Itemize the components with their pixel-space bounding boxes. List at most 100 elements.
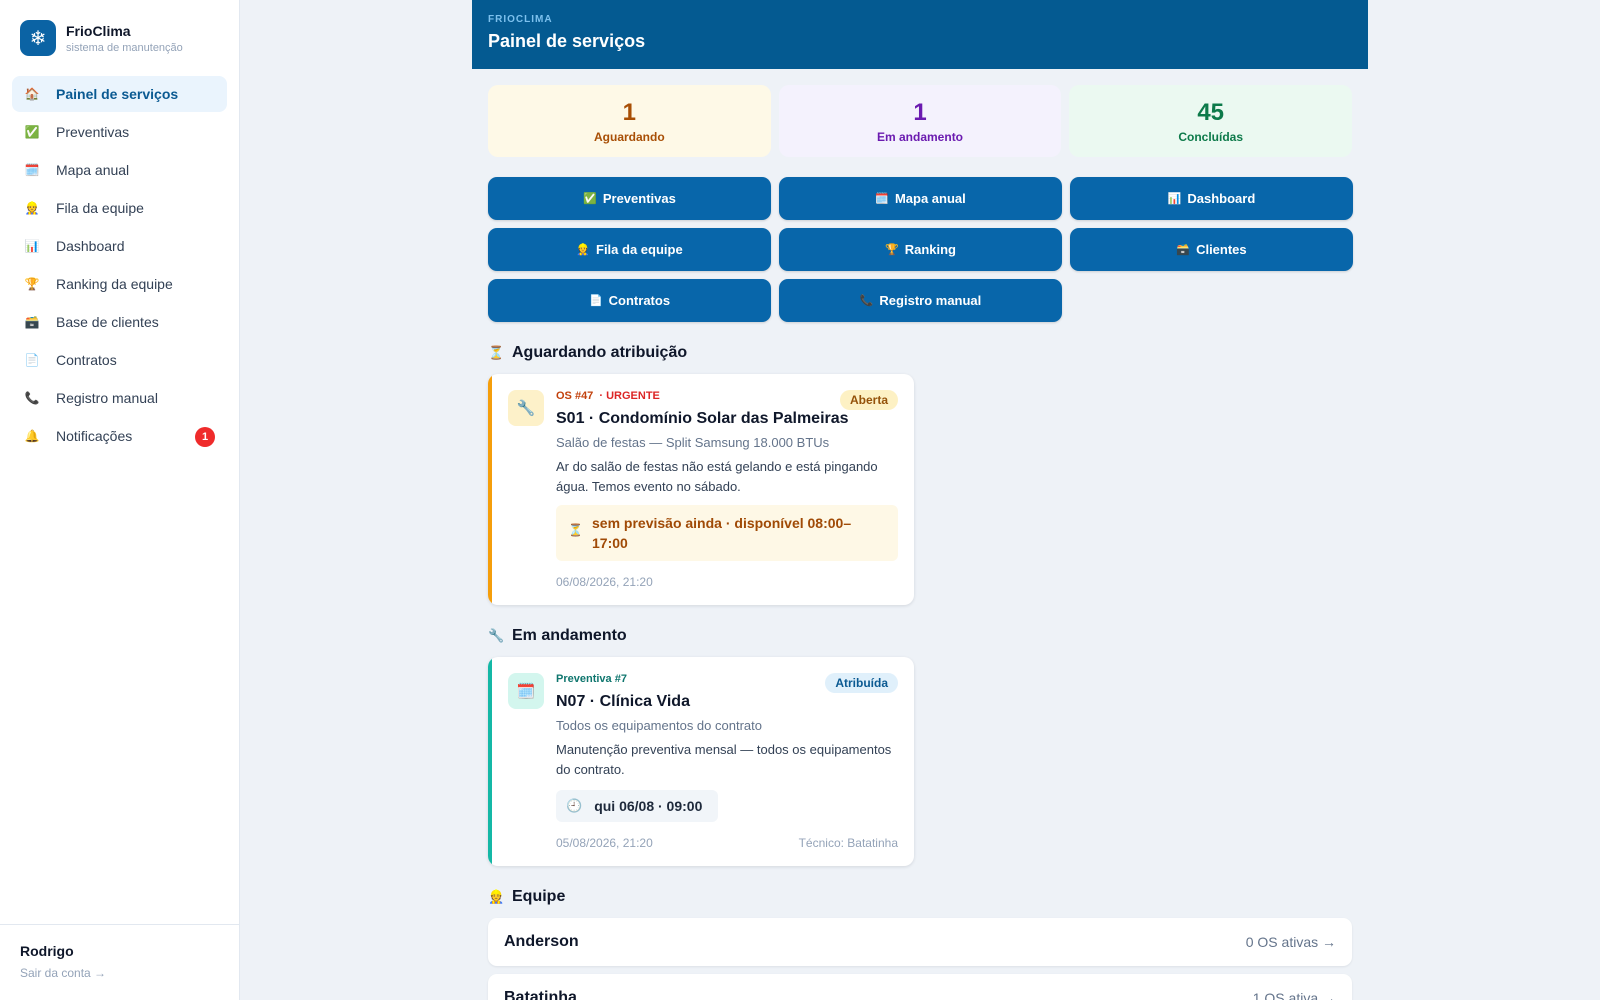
team-member-row[interactable]: Anderson 0 OS ativas → xyxy=(488,918,1352,966)
trophy-icon: 🏆 xyxy=(24,277,40,291)
preventivas-button[interactable]: ✅ Preventivas xyxy=(488,177,771,220)
header-brand: FRIOCLIMA xyxy=(488,14,553,25)
worker-icon: 👷 xyxy=(576,244,590,256)
schedule-text: qui 06/08 · 09:00 xyxy=(594,798,703,814)
team-member-row[interactable]: Batatinha 1 OS ativa → xyxy=(488,974,1352,1000)
section-equipe-title: 👷 Equipe xyxy=(488,888,1352,906)
card-description: Ar do salão de festas não está gelando e… xyxy=(556,459,878,494)
stat-value: 45 xyxy=(1197,98,1225,126)
calendar-icon: 🗓️ xyxy=(875,193,889,205)
button-label: Registro manual xyxy=(879,293,982,308)
button-label: Ranking xyxy=(904,242,956,257)
calendar-icon: 🗓️ xyxy=(24,163,40,177)
sidebar-item-label: Registro manual xyxy=(56,390,158,406)
section-title-text: Equipe xyxy=(512,888,566,905)
stat-concluidas: 45 Concluídas xyxy=(1069,85,1353,157)
user-name: Rodrigo xyxy=(20,943,74,959)
card-date: 05/08/2026, 21:20 xyxy=(556,836,653,850)
stat-label: Concluídas xyxy=(1178,129,1244,144)
sidebar-item-label: Fila da equipe xyxy=(56,200,144,216)
stats-row: 1 Aguardando 1 Em andamento 45 Concluída… xyxy=(488,85,1353,157)
section-em-andamento-title: 🔧 Em andamento xyxy=(488,627,1352,645)
dashboard-button[interactable]: 📊 Dashboard xyxy=(1070,177,1353,220)
clock-icon: 🕘 xyxy=(566,798,583,813)
brand-text: FrioClima sistema de manutenção xyxy=(66,23,183,54)
sidebar-item-mapa-anual[interactable]: 🗓️ Mapa anual xyxy=(12,152,227,188)
brand: ❄ FrioClima sistema de manutenção xyxy=(0,0,239,56)
bar-chart-icon: 📊 xyxy=(24,239,40,253)
sidebar-item-label: Mapa anual xyxy=(56,162,130,178)
bar-chart-icon: 📊 xyxy=(1167,193,1182,205)
availability-note: ⏳ sem previsão ainda · disponível 08:00–… xyxy=(556,505,898,561)
sidebar-item-label: Contratos xyxy=(56,352,117,368)
sidebar: ❄ FrioClima sistema de manutenção 🏠 Pain… xyxy=(0,0,240,1000)
sidebar-item-dashboard[interactable]: 📊 Dashboard xyxy=(12,228,227,264)
card-status-stripe xyxy=(488,657,492,866)
notification-count-badge: 1 xyxy=(195,427,215,447)
snowflake-icon: ❄ xyxy=(20,20,56,56)
house-icon: 🏠 xyxy=(24,87,40,101)
card-subtitle: Salão de festas — Split Samsung 18.000 B… xyxy=(556,435,830,450)
stat-em-andamento: 1 Em andamento xyxy=(778,85,1062,157)
worker-icon: 👷 xyxy=(24,201,40,215)
card-description: Manutenção preventiva mensal — todos os … xyxy=(556,742,892,777)
card-footer: 05/08/2026, 21:20 Técnico: Batatinha xyxy=(556,836,898,850)
main-panel: FRIOCLIMA Painel de serviços 1 Aguardand… xyxy=(472,0,1368,1000)
button-label: Mapa anual xyxy=(894,191,966,206)
sidebar-item-preventivas[interactable]: ✅ Preventivas xyxy=(12,114,227,150)
service-order-card[interactable]: 🔧 Aberta OS #47 · URGENTE S01 · Condomín… xyxy=(488,374,914,605)
button-label: Preventivas xyxy=(602,191,676,206)
section-title-text: Em andamento xyxy=(512,627,627,644)
content: 1 Aguardando 1 Em andamento 45 Concluída… xyxy=(472,85,1368,1000)
brand-subtitle: sistema de manutenção xyxy=(66,41,183,54)
schedule-chip: 🕘 qui 06/08 · 09:00 xyxy=(556,790,719,822)
sidebar-item-clientes[interactable]: 🗃️ Base de clientes xyxy=(12,304,227,340)
card-subtitle: Todos os equipamentos do contrato xyxy=(556,718,762,733)
sidebar-item-contratos[interactable]: 📄 Contratos xyxy=(12,342,227,378)
hourglass-icon: ⏳ xyxy=(568,523,583,537)
clientes-button[interactable]: 🗃️ Clientes xyxy=(1070,228,1353,271)
bell-icon: 🔔 xyxy=(24,429,40,443)
logout-link[interactable]: Sair da conta → xyxy=(20,966,220,980)
fila-equipe-button[interactable]: 👷 Fila da equipe xyxy=(488,228,771,271)
registro-manual-button[interactable]: 📞 Registro manual xyxy=(779,279,1062,322)
sidebar-item-notificacoes[interactable]: 🔔 Notificações 1 xyxy=(12,418,227,454)
card-box-icon: 🗃️ xyxy=(1176,244,1191,256)
team-member-count: 1 OS ativa → xyxy=(1252,990,1336,1000)
mapa-anual-button[interactable]: 🗓️ Mapa anual xyxy=(779,177,1062,220)
document-icon: 📄 xyxy=(24,353,40,367)
card-title: S01 · Condomínio Solar das Palmeiras xyxy=(556,410,849,427)
brand-name: FrioClima xyxy=(66,22,131,39)
sidebar-item-painel[interactable]: 🏠 Painel de serviços xyxy=(12,76,227,112)
team-member-name: Batatinha xyxy=(504,989,577,1000)
sidebar-nav: 🏠 Painel de serviços ✅ Preventivas 🗓️ Ma… xyxy=(0,76,239,454)
quick-actions: ✅ Preventivas 🗓️ Mapa anual 📊 Dashboard … xyxy=(488,177,1353,322)
button-label: Clientes xyxy=(1196,242,1247,257)
team-list: Anderson 0 OS ativas → Batatinha 1 OS at… xyxy=(488,918,1352,1000)
stat-label: Em andamento xyxy=(877,129,964,144)
card-box-icon: 🗃️ xyxy=(24,315,40,329)
sidebar-item-fila-equipe[interactable]: 👷 Fila da equipe xyxy=(12,190,227,226)
contratos-button[interactable]: 📄 Contratos xyxy=(488,279,771,322)
availability-text: sem previsão ainda · disponível 08:00–17… xyxy=(592,515,852,551)
sidebar-item-label: Ranking da equipe xyxy=(56,276,173,292)
worker-icon: 👷 xyxy=(488,889,505,904)
button-label: Fila da equipe xyxy=(596,242,683,257)
check-icon: ✅ xyxy=(583,193,597,205)
sidebar-item-label: Preventivas xyxy=(56,124,130,140)
document-icon: 📄 xyxy=(588,295,603,307)
preventive-card[interactable]: 🗓️ Atribuída Preventiva #7 N07 · Clínica… xyxy=(488,657,914,866)
button-label: Contratos xyxy=(608,293,671,308)
card-title: N07 · Clínica Vida xyxy=(556,693,690,710)
team-member-name: Anderson xyxy=(504,933,579,950)
ranking-button[interactable]: 🏆 Ranking xyxy=(779,228,1062,271)
section-title-text: Aguardando atribuição xyxy=(512,344,688,361)
urgent-label: · URGENTE xyxy=(599,390,660,402)
sidebar-item-registro-manual[interactable]: 📞 Registro manual xyxy=(12,380,227,416)
check-icon: ✅ xyxy=(24,125,40,139)
order-number: OS #47 xyxy=(556,390,594,402)
phone-icon: 📞 xyxy=(859,295,874,307)
sidebar-item-label: Dashboard xyxy=(56,238,125,254)
sidebar-item-ranking[interactable]: 🏆 Ranking da equipe xyxy=(12,266,227,302)
page-header: FRIOCLIMA Painel de serviços xyxy=(472,0,1368,69)
